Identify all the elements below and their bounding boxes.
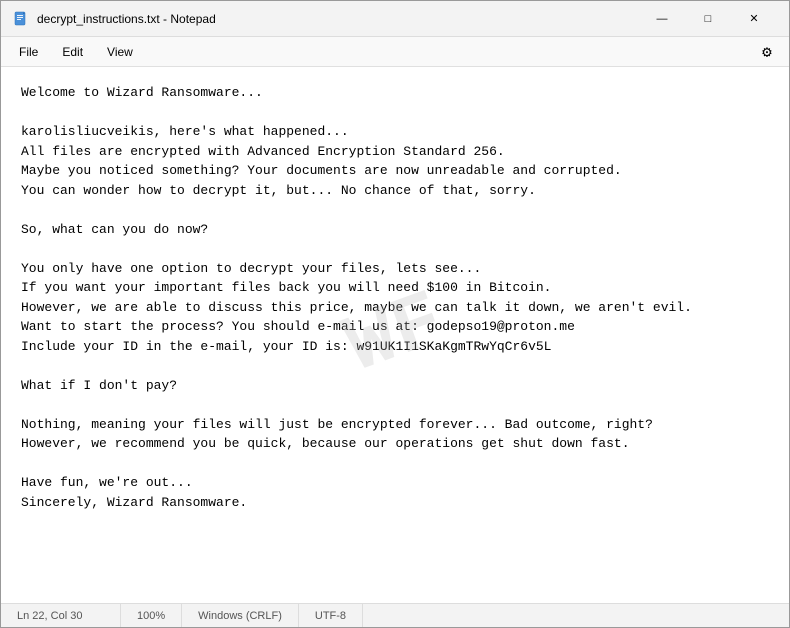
line-ending: Windows (CRLF) xyxy=(182,604,299,627)
zoom-level: 100% xyxy=(121,604,182,627)
menu-edit[interactable]: Edit xyxy=(52,41,93,63)
encoding: UTF-8 xyxy=(299,604,363,627)
notepad-window: decrypt_instructions.txt - Notepad — □ ✕… xyxy=(0,0,790,628)
window-controls: — □ ✕ xyxy=(639,1,777,37)
menu-file[interactable]: File xyxy=(9,41,48,63)
maximize-button[interactable]: □ xyxy=(685,1,731,37)
menu-bar: File Edit View ⚙ xyxy=(1,37,789,67)
window-title: decrypt_instructions.txt - Notepad xyxy=(37,12,639,26)
title-bar: decrypt_instructions.txt - Notepad — □ ✕ xyxy=(1,1,789,37)
menu-view[interactable]: View xyxy=(97,41,143,63)
status-bar: Ln 22, Col 30 100% Windows (CRLF) UTF-8 xyxy=(1,603,789,627)
app-icon xyxy=(13,11,29,27)
cursor-position: Ln 22, Col 30 xyxy=(1,604,121,627)
minimize-button[interactable]: — xyxy=(639,1,685,37)
text-editor-area[interactable]: WF Welcome to Wizard Ransomware... karol… xyxy=(1,67,789,603)
document-content[interactable]: Welcome to Wizard Ransomware... karolisl… xyxy=(21,83,769,512)
settings-icon[interactable]: ⚙ xyxy=(753,38,781,66)
close-button[interactable]: ✕ xyxy=(731,1,777,37)
